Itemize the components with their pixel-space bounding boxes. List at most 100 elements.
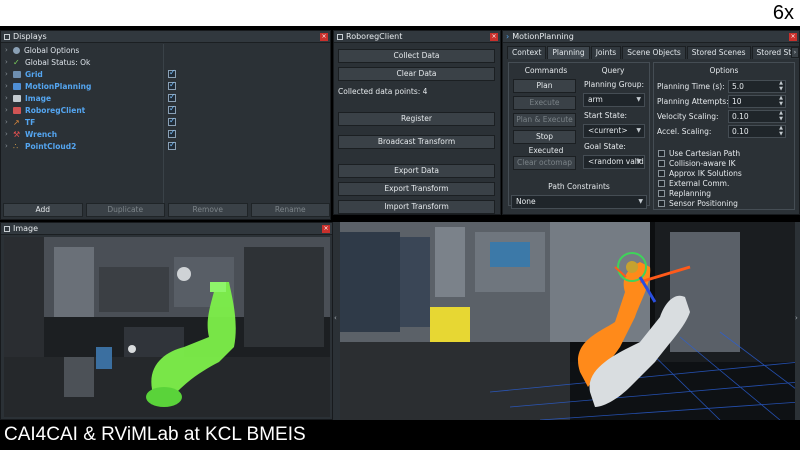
3d-scene-view[interactable] [340, 222, 800, 420]
column-divider [163, 44, 164, 204]
display-item-motionplanning[interactable]: › MotionPlanning [5, 80, 91, 92]
use-cartesian-path-checkbox[interactable]: Use Cartesian Path [658, 149, 740, 158]
displays-panel: Displays × › Global Options › ✓ Global Stat… [0, 30, 331, 220]
chevron-down-icon: ▼ [638, 198, 643, 205]
display-item-wrench[interactable]: › ⚒ Wrench [5, 128, 57, 140]
expand-icon: › [506, 32, 510, 41]
wrench-icon: ⚒ [13, 129, 21, 139]
display-item-roboregclient[interactable]: › RoboregClient [5, 104, 85, 116]
motion-title-bar: › MotionPlanning [503, 31, 799, 43]
tab-planning[interactable]: Planning [547, 46, 590, 59]
display-item-tf[interactable]: › ↗ TF [5, 116, 35, 128]
tab-scroll-right-icon[interactable]: › [791, 47, 799, 58]
chevron-left-icon: ‹ [334, 314, 337, 322]
plan-and-execute-button[interactable]: Plan & Execute [513, 113, 576, 127]
collect-data-button[interactable]: Collect Data [338, 49, 495, 63]
view-splitter[interactable]: ‹ [333, 222, 340, 420]
displays-button-row: Add Duplicate Remove Rename [1, 203, 330, 219]
stop-button[interactable]: Stop [513, 130, 576, 144]
start-state-select[interactable]: <current> ▼ [583, 124, 645, 138]
export-data-button[interactable]: Export Data [338, 164, 495, 178]
display-item-image[interactable]: › Image [5, 92, 51, 104]
import-transform-button[interactable]: Import Transform [338, 200, 495, 214]
planning-time-label: Planning Time (s): [657, 82, 725, 91]
wrench-checkbox[interactable] [168, 128, 176, 138]
clear-octomap-button[interactable]: Clear octomap [513, 156, 576, 170]
spin-arrows-icon: ▲ ▼ [779, 110, 783, 122]
motion-planning-icon [13, 82, 21, 90]
camera-image [4, 237, 330, 417]
image-icon [13, 94, 21, 102]
planning-attempts-spinbox[interactable]: 10 ▲ ▼ [728, 95, 786, 108]
collected-points-label: Collected data points: 4 [338, 87, 428, 96]
goal-state-label: Goal State: [584, 142, 626, 151]
lab-caption: CAI4CAI & RViMLab at KCL BMEIS [4, 424, 306, 445]
playback-speed-label: 6x [772, 2, 794, 24]
video-top-bar: 6x [0, 0, 800, 26]
register-button[interactable]: Register [338, 112, 495, 126]
image-checkbox[interactable] [168, 92, 176, 102]
export-transform-button[interactable]: Export Transform [338, 182, 495, 196]
close-icon[interactable]: × [322, 225, 330, 233]
roboreg-client-panel: RoboregClient × Collect Data Clear Data … [333, 30, 501, 215]
pointcloud2-checkbox[interactable] [168, 140, 176, 150]
display-item-global-status[interactable]: › ✓ Global Status: Ok [5, 56, 90, 68]
accel-scaling-spinbox[interactable]: 0.10 ▲ ▼ [728, 125, 786, 138]
tab-scene-objects[interactable]: Scene Objects [622, 46, 686, 59]
plan-button[interactable]: Plan [513, 79, 576, 93]
planning-time-spinbox[interactable]: 5.0 ▲ ▼ [728, 80, 786, 93]
motion-tab-bar: Context Planning Joints Scene Objects St… [507, 46, 799, 59]
close-icon[interactable]: × [789, 33, 797, 41]
image-title: Image [13, 224, 39, 233]
motionplanning-checkbox[interactable] [168, 80, 176, 90]
grid-checkbox[interactable] [168, 68, 176, 78]
execute-button[interactable]: Execute [513, 96, 576, 110]
display-item-global-options[interactable]: › Global Options [5, 44, 79, 56]
rename-button[interactable]: Rename [250, 203, 330, 217]
sensor-positioning-checkbox[interactable]: Sensor Positioning [658, 199, 738, 208]
motion-planning-panel: › MotionPlanning × Context Planning Joint… [502, 30, 800, 215]
panel-icon [4, 225, 10, 232]
check-icon: ✓ [13, 57, 20, 67]
add-button[interactable]: Add [3, 203, 83, 217]
video-bottom-bar: CAI4CAI & RViMLab at KCL BMEIS [0, 422, 800, 450]
chevron-down-icon: ▼ [636, 158, 641, 165]
gear-icon [13, 46, 20, 54]
roboregclient-checkbox[interactable] [168, 104, 176, 114]
close-icon[interactable]: × [320, 33, 328, 41]
motion-title: MotionPlanning [512, 32, 574, 41]
tab-context[interactable]: Context [507, 46, 547, 59]
display-item-grid[interactable]: › Grid [5, 68, 43, 80]
velocity-scaling-spinbox[interactable]: 0.10 ▲ ▼ [728, 110, 786, 123]
chevron-right-icon: › [795, 314, 798, 322]
remove-button[interactable]: Remove [168, 203, 248, 217]
approx-ik-checkbox[interactable]: Approx IK Solutions [658, 169, 742, 178]
external-comm-checkbox[interactable]: External Comm. [658, 179, 729, 188]
broadcast-transform-button[interactable]: Broadcast Transform [338, 135, 495, 149]
image-panel: Image × [0, 222, 333, 420]
spin-arrows-icon: ▲ ▼ [779, 125, 783, 137]
path-constraints-select[interactable]: None ▼ [511, 195, 647, 209]
replanning-checkbox[interactable]: Replanning [658, 189, 711, 198]
display-item-pointcloud2[interactable]: › ∴ PointCloud2 [5, 140, 76, 152]
planning-attempts-label: Planning Attempts: [657, 97, 729, 106]
tab-joints[interactable]: Joints [590, 46, 622, 59]
tf-icon: ↗ [13, 117, 20, 127]
close-icon[interactable]: × [490, 33, 498, 41]
goal-state-select[interactable]: <random valid> ▼ [583, 155, 645, 169]
plugin-icon [13, 106, 21, 114]
tab-stored-scenes[interactable]: Stored Scenes [686, 46, 751, 59]
collision-aware-ik-checkbox[interactable]: Collision-aware IK [658, 159, 736, 168]
chevron-down-icon: ▼ [636, 96, 641, 103]
panel-icon [337, 33, 343, 40]
displays-tree: › Global Options › ✓ Global Status: Ok › Gri… [1, 44, 330, 219]
spin-arrows-icon: ▲ ▼ [779, 80, 783, 92]
right-splitter[interactable]: › [795, 222, 800, 420]
planning-group-select[interactable]: arm ▼ [583, 93, 645, 107]
planning-group-label: Planning Group: [584, 80, 645, 89]
duplicate-button[interactable]: Duplicate [85, 203, 165, 217]
tf-checkbox[interactable] [168, 116, 176, 126]
clear-data-button[interactable]: Clear Data [338, 67, 495, 81]
execution-status: Executed [528, 146, 564, 155]
spin-arrows-icon: ▲ ▼ [779, 95, 783, 107]
